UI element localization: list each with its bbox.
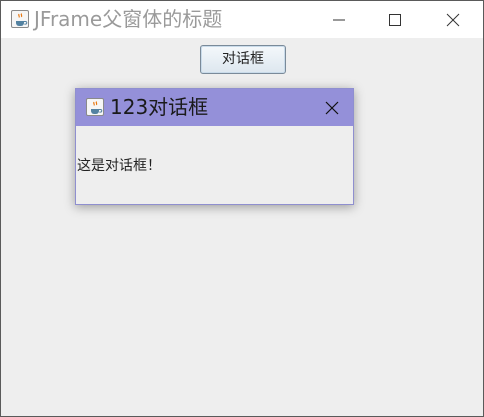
dialog-titlebar[interactable]: 123对话框	[76, 89, 353, 126]
java-cup-icon	[11, 10, 29, 28]
maximize-icon	[389, 14, 401, 26]
window-title: JFrame父窗体的标题	[34, 7, 223, 31]
minimize-button[interactable]	[316, 1, 362, 38]
close-button[interactable]	[430, 1, 476, 38]
minimize-icon	[333, 19, 345, 21]
java-cup-icon	[86, 98, 104, 116]
close-icon	[446, 13, 460, 27]
main-window-titlebar[interactable]: JFrame父窗体的标题	[1, 1, 483, 38]
main-window: JFrame父窗体的标题 对话框	[0, 0, 484, 417]
close-icon	[325, 101, 339, 115]
dialog-message: 这是对话框！	[77, 158, 161, 174]
dialog-close-button[interactable]	[312, 89, 352, 126]
maximize-button[interactable]	[372, 1, 418, 38]
dialog-window: 123对话框 这是对话框！	[75, 88, 354, 205]
open-dialog-button[interactable]: 对话框	[200, 45, 286, 74]
dialog-title: 123对话框	[110, 95, 209, 119]
